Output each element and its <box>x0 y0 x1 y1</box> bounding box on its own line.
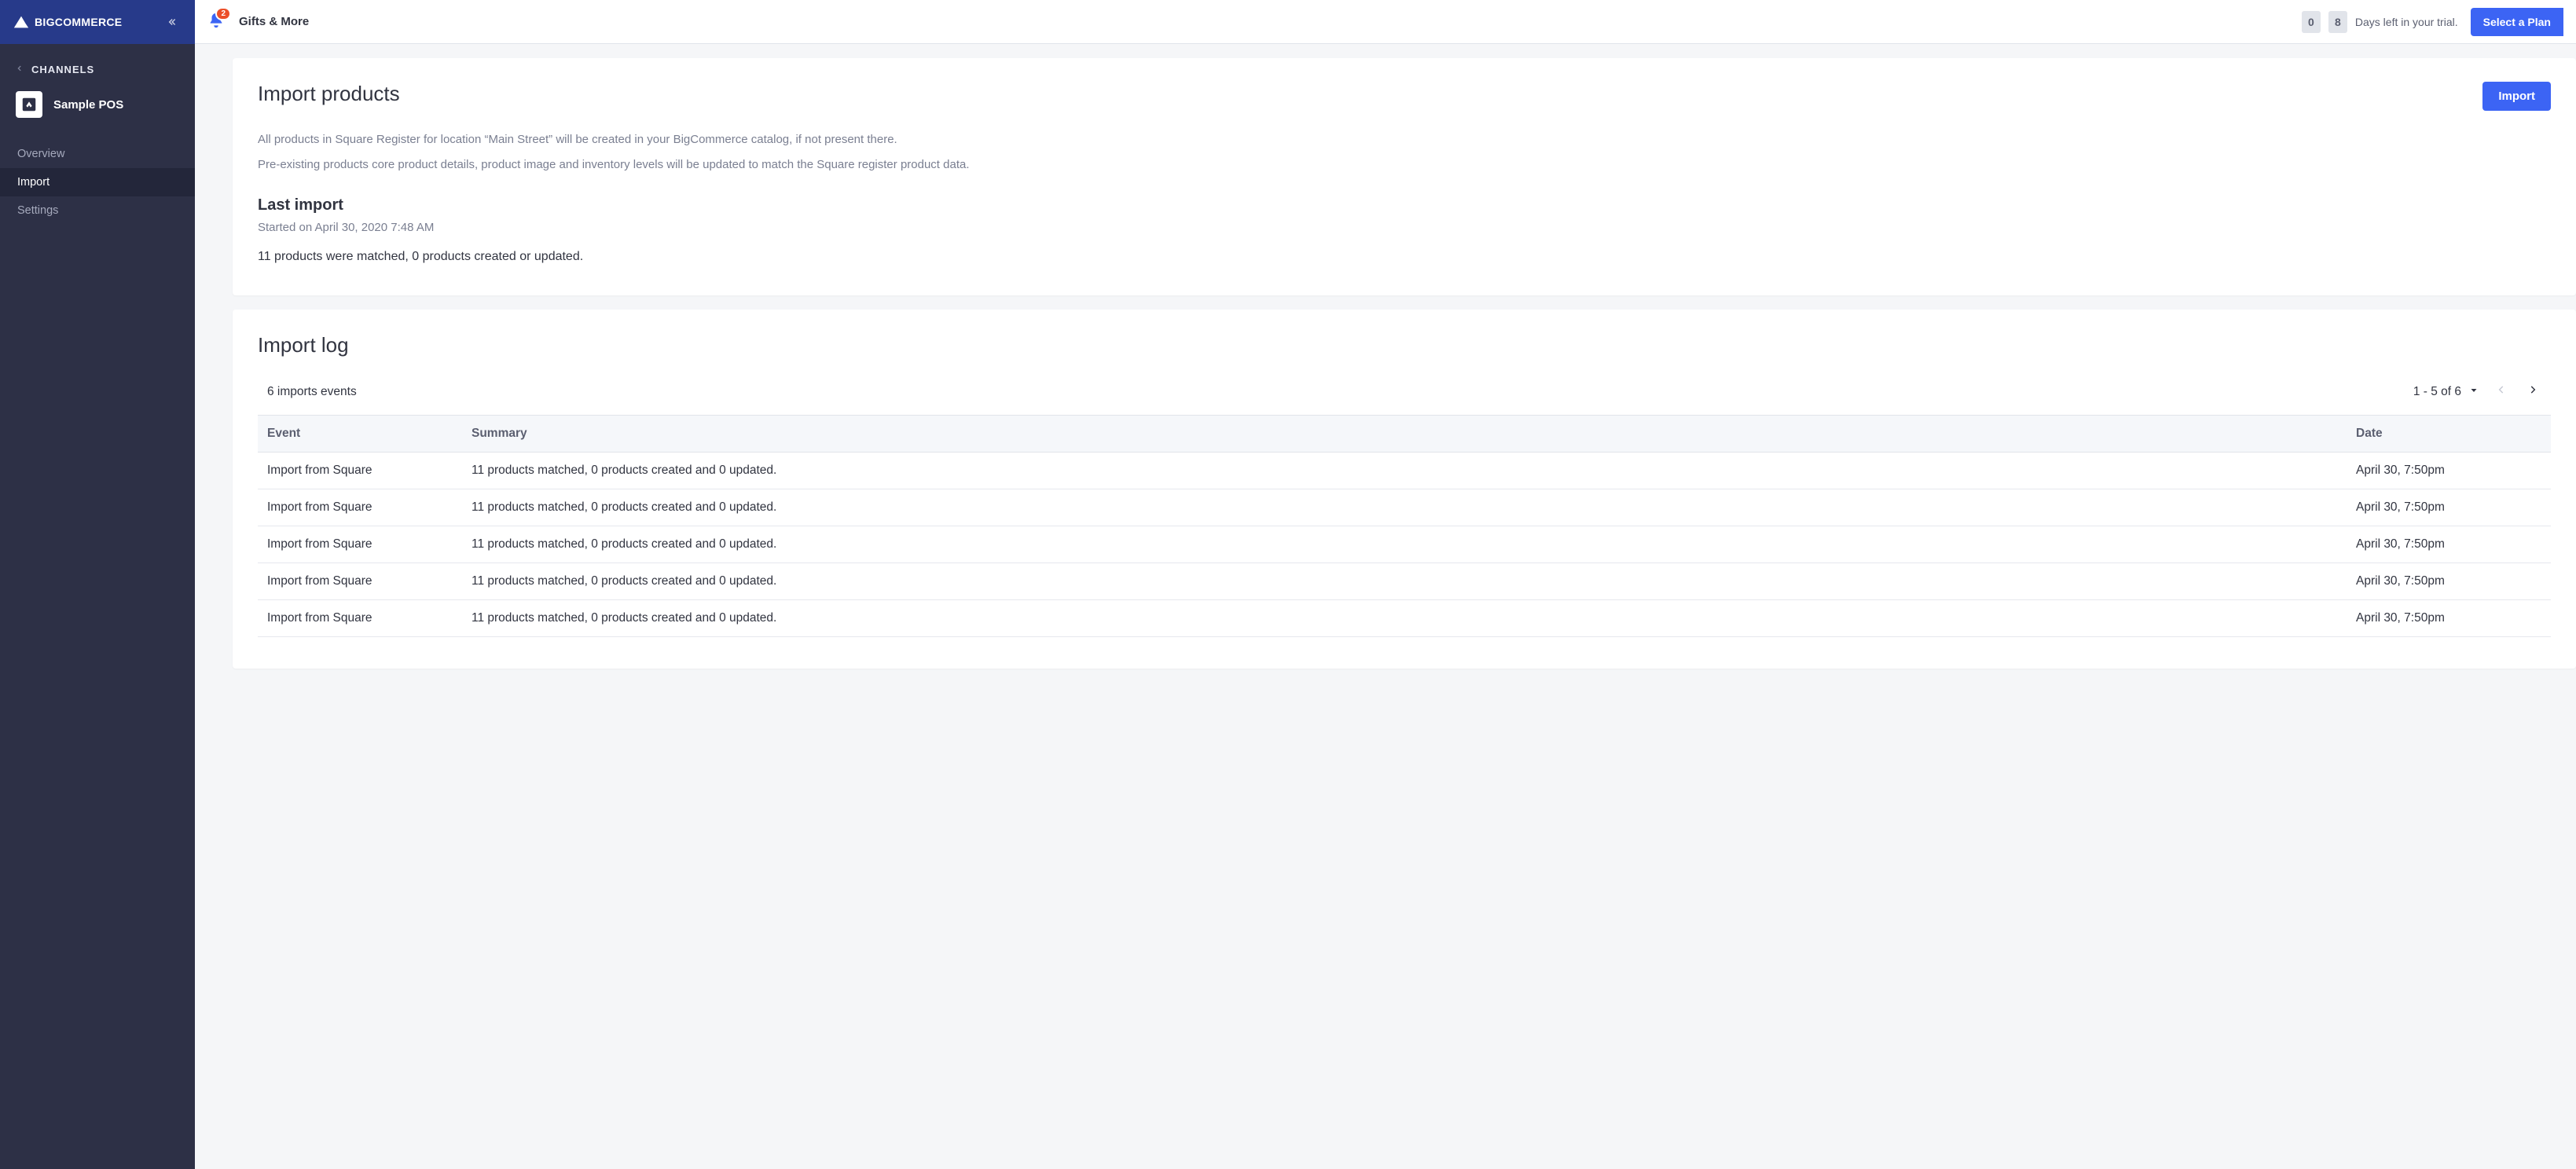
import-log-card: Import log 6 imports events 1 - 5 of 6 <box>233 310 2576 669</box>
brand-logo[interactable]: BIGCOMMERCE <box>13 13 122 31</box>
events-count: 6 imports events <box>267 385 357 399</box>
sidebar-nav: Overview Import Settings <box>0 140 195 225</box>
sidebar-app-name: Sample POS <box>53 98 123 112</box>
col-event: Event <box>258 416 462 453</box>
nav-settings[interactable]: Settings <box>0 196 195 225</box>
table-row: Import from Square11 products matched, 0… <box>258 453 2551 489</box>
last-import-started: Started on April 30, 2020 7:48 AM <box>258 221 2551 234</box>
cell-event: Import from Square <box>258 526 462 563</box>
table-row: Import from Square11 products matched, 0… <box>258 489 2551 526</box>
cell-summary: 11 products matched, 0 products created … <box>462 600 2347 637</box>
collapse-sidebar-button[interactable] <box>160 11 182 33</box>
sidebar-app[interactable]: Sample POS <box>0 88 195 134</box>
pager-next-button[interactable] <box>2524 381 2541 402</box>
cell-date: April 30, 7:50pm <box>2347 489 2551 526</box>
nav-import[interactable]: Import <box>0 168 195 196</box>
sidebar-section-channels[interactable]: CHANNELS <box>0 44 195 88</box>
store-name: Gifts & More <box>239 15 309 28</box>
import-products-title: Import products <box>258 82 400 106</box>
chevron-left-icon <box>16 63 24 75</box>
cell-event: Import from Square <box>258 489 462 526</box>
trial-text: Days left in your trial. <box>2355 16 2458 28</box>
select-plan-button[interactable]: Select a Plan <box>2471 8 2563 36</box>
nav-overview[interactable]: Overview <box>0 140 195 168</box>
import-desc-2: Pre-existing products core product detai… <box>258 155 2551 175</box>
cell-event: Import from Square <box>258 600 462 637</box>
brand-text: BIGCOMMERCE <box>35 16 122 28</box>
cell-event: Import from Square <box>258 563 462 600</box>
col-date: Date <box>2347 416 2551 453</box>
import-log-title: Import log <box>258 333 2551 357</box>
pager-range-label: 1 - 5 of 6 <box>2413 385 2461 399</box>
import-products-card: Import products Import All products in S… <box>233 58 2576 295</box>
table-row: Import from Square11 products matched, 0… <box>258 600 2551 637</box>
cell-date: April 30, 7:50pm <box>2347 526 2551 563</box>
import-log-table: Event Summary Date Import from Square11 … <box>258 415 2551 637</box>
last-import-heading: Last import <box>258 196 2551 214</box>
cell-event: Import from Square <box>258 453 462 489</box>
log-controls: 6 imports events 1 - 5 of 6 <box>258 381 2551 415</box>
sidebar-header: BIGCOMMERCE <box>0 0 195 44</box>
table-row: Import from Square11 products matched, 0… <box>258 526 2551 563</box>
pager: 1 - 5 of 6 <box>2413 381 2541 402</box>
content: Import products Import All products in S… <box>195 44 2576 1169</box>
cell-summary: 11 products matched, 0 products created … <box>462 563 2347 600</box>
notification-badge: 2 <box>215 7 231 20</box>
pager-prev-button[interactable] <box>2493 381 2510 402</box>
cell-summary: 11 products matched, 0 products created … <box>462 526 2347 563</box>
caret-down-icon <box>2469 385 2479 399</box>
import-desc-1: All products in Square Register for loca… <box>258 130 2551 150</box>
cell-date: April 30, 7:50pm <box>2347 453 2551 489</box>
col-summary: Summary <box>462 416 2347 453</box>
trial-digit-1: 0 <box>2302 11 2321 33</box>
topbar: 2 Gifts & More 0 8 Days left in your tri… <box>195 0 2576 44</box>
cell-date: April 30, 7:50pm <box>2347 600 2551 637</box>
cell-summary: 11 products matched, 0 products created … <box>462 453 2347 489</box>
sidebar: BIGCOMMERCE CHANNELS <box>0 0 195 1169</box>
sidebar-section-label: CHANNELS <box>31 64 94 75</box>
last-import-summary: 11 products were matched, 0 products cre… <box>258 250 2551 264</box>
trial-digit-2: 8 <box>2328 11 2347 33</box>
cell-date: April 30, 7:50pm <box>2347 563 2551 600</box>
import-button[interactable]: Import <box>2482 82 2551 111</box>
cell-summary: 11 products matched, 0 products created … <box>462 489 2347 526</box>
notifications-button[interactable]: 2 <box>207 12 225 31</box>
table-row: Import from Square11 products matched, 0… <box>258 563 2551 600</box>
pager-range-dropdown[interactable]: 1 - 5 of 6 <box>2413 385 2479 399</box>
app-icon <box>16 91 42 118</box>
